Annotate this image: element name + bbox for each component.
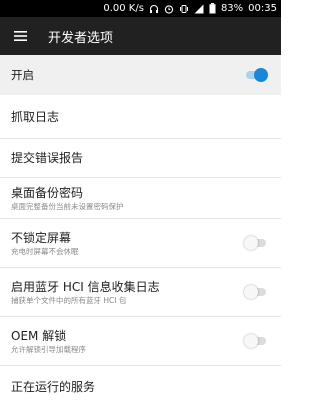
setting-summary: 捕获单个文件中的所有蓝牙 HCI 包 bbox=[11, 295, 127, 305]
setting-title: 启用蓝牙 HCI 信息收集日志 bbox=[11, 279, 160, 294]
setting-desktop-backup-password[interactable]: 桌面备份密码 桌面完整备份当前未设置密码保护 bbox=[0, 178, 281, 218]
setting-running-services[interactable]: 正在运行的服务 bbox=[0, 366, 281, 400]
page-title: 开发者选项 bbox=[48, 30, 114, 46]
setting-title: 提交错误报告 bbox=[11, 151, 84, 165]
setting-take-bug-log[interactable]: 抓取日志 bbox=[0, 95, 281, 139]
signal-icon bbox=[194, 4, 204, 14]
alarm-icon bbox=[164, 4, 174, 14]
oem-unlock-toggle[interactable] bbox=[244, 334, 268, 348]
setting-summary: 允许解锁引导加载程序 bbox=[11, 344, 86, 354]
stay-awake-toggle[interactable] bbox=[244, 236, 268, 250]
setting-stay-awake[interactable]: 不锁定屏幕 充电时屏幕不会休眠 bbox=[0, 219, 281, 267]
status-clock: 00:35 bbox=[248, 3, 277, 14]
setting-summary: 充电时屏幕不会休眠 bbox=[11, 246, 79, 256]
setting-title: OEM 解锁 bbox=[11, 328, 67, 343]
setting-title: 抓取日志 bbox=[11, 110, 60, 124]
setting-summary: 桌面完整备份当前未设置密码保护 bbox=[11, 201, 124, 211]
setting-oem-unlock[interactable]: OEM 解锁 允许解锁引导加载程序 bbox=[0, 317, 281, 365]
vibrate-icon bbox=[179, 4, 189, 14]
master-switch-label: 开启 bbox=[11, 68, 34, 82]
status-bar: 0.00 K/s 83% 00:35 bbox=[0, 0, 281, 17]
headphones-icon bbox=[149, 4, 159, 14]
battery-percent: 83% bbox=[220, 3, 244, 14]
hamburger-menu-icon[interactable] bbox=[0, 17, 40, 55]
setting-title: 桌面备份密码 bbox=[11, 185, 84, 200]
setting-bluetooth-hci-log[interactable]: 启用蓝牙 HCI 信息收集日志 捕获单个文件中的所有蓝牙 HCI 包 bbox=[0, 268, 281, 316]
setting-title: 正在运行的服务 bbox=[11, 380, 96, 394]
battery-icon bbox=[209, 3, 216, 14]
master-switch-row[interactable]: 开启 bbox=[0, 55, 281, 95]
bluetooth-hci-log-toggle[interactable] bbox=[244, 285, 268, 299]
setting-submit-bug-report[interactable]: 提交错误报告 bbox=[0, 139, 281, 177]
master-switch-toggle[interactable] bbox=[244, 68, 268, 82]
app-bar: 开发者选项 bbox=[0, 17, 281, 55]
setting-title: 不锁定屏幕 bbox=[11, 230, 72, 245]
network-speed: 0.00 K/s bbox=[103, 3, 144, 14]
